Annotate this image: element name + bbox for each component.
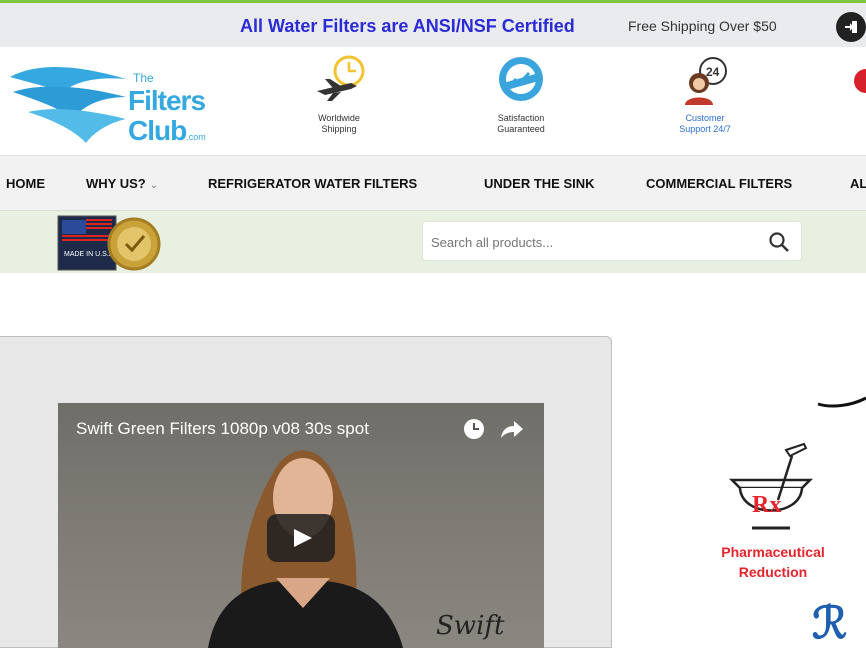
pharmaceutical-reduction-feature: Rx Pharmaceutical Reduction [706,440,840,585]
feature-customer-support: 24 Customer Support 24/7 [650,53,760,135]
share-icon[interactable] [500,418,524,440]
chevron-down-icon: ⌄ [149,180,159,191]
logo-club-word: Club [128,115,187,146]
main-navigation: HOME WHY US? ⌄ REFRIGERATOR WATER FILTERS… [0,155,866,211]
logo-tld-text: .com [186,132,206,142]
search-icon[interactable] [767,230,791,254]
video-title[interactable]: Swift Green Filters 1080p v08 30s spot [76,419,369,439]
search-box [422,221,802,261]
logo-the-text: The [133,71,154,85]
play-button[interactable] [267,514,335,562]
feature-label: Satisfaction Guaranteed [466,113,576,135]
logo-club-text: Club.com [128,115,206,147]
wave-logo-icon [10,67,126,143]
nav-item-why-us-label: WHY US? [86,176,146,191]
sign-in-icon [845,21,857,33]
partial-brand-icon: ℛ [812,598,848,649]
nav-item-why-us[interactable]: WHY US? ⌄ [86,176,158,191]
free-shipping-text: Free Shipping Over $50 [628,18,777,34]
rx-caption-line2: Reduction [738,564,808,580]
feature-label-line1: Worldwide [318,113,360,123]
video-brand-watermark: Swift [436,611,505,641]
made-in-usa-badge: MADE IN U.S.A. [57,215,161,271]
feature-worldwide-shipping: Worldwide Shipping [284,53,394,135]
partial-feature-icon [854,69,866,93]
site-header: The Filters Club.com Worldwide Shipping S… [0,47,866,155]
nav-item-commercial-filters[interactable]: COMMERCIAL FILTERS [646,176,792,191]
login-button[interactable] [836,12,866,42]
nav-item-under-the-sink[interactable]: UNDER THE SINK [484,176,595,191]
customer-support-icon: 24 [685,57,727,105]
badge-text: MADE IN U.S.A. [64,251,115,258]
nav-item-home[interactable]: HOME [6,176,45,191]
search-input[interactable] [431,230,751,254]
watch-later-icon[interactable] [463,418,485,440]
feature-label-line1: Customer [685,113,725,123]
logo-filters-text: Filters [128,85,206,116]
decorative-swoosh [817,396,866,408]
feature-label-line2: Shipping [321,124,357,134]
certification-promo[interactable]: All Water Filters are ANSI/NSF Certified [240,16,575,37]
feature-label-line1: Satisfaction [497,113,545,123]
nav-item-all[interactable]: AL [850,176,866,191]
airplane-clock-icon [317,55,365,101]
feature-satisfaction-guaranteed: Satisfaction Guaranteed [466,53,576,135]
rx-symbol: Rx [752,492,781,518]
feature-label: Customer Support 24/7 [650,113,760,135]
search-strip: MADE IN U.S.A. [0,211,866,273]
feature-label-line2: Support 24/7 [679,124,731,134]
rx-caption-line1: Pharmaceutical [721,544,825,560]
feature-label-line2: Guaranteed [497,124,545,134]
satisfaction-seal-icon [499,57,543,101]
feature-label: Worldwide Shipping [284,113,394,135]
rx-caption: Pharmaceutical Reduction [706,542,840,582]
video-player[interactable]: Swift Green Filters 1080p v08 30s spot S… [58,403,544,648]
mortar-pestle-icon: Rx [728,442,814,530]
nav-item-refrigerator-filters[interactable]: REFRIGERATOR WATER FILTERS [208,176,417,191]
svg-text:24: 24 [706,65,720,79]
site-logo[interactable]: The Filters Club.com [8,57,218,147]
announcement-bar: All Water Filters are ANSI/NSF Certified… [0,3,866,47]
